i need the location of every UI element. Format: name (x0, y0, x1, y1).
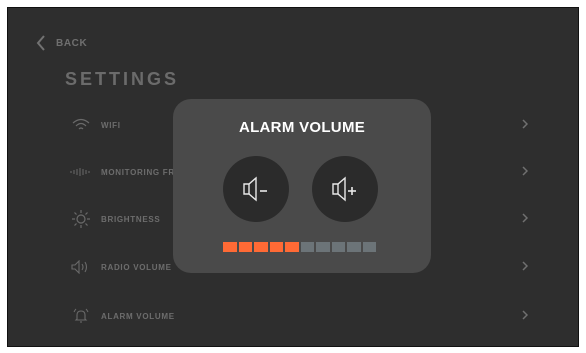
bell-icon (68, 306, 94, 326)
chevron-right-icon (522, 261, 528, 271)
settings-item-alarm-volume[interactable]: ALARM VOLUME (68, 301, 528, 331)
volume-down-icon (243, 176, 267, 202)
settings-item-label: MONITORING FR (101, 167, 175, 177)
chevron-right-icon (522, 166, 528, 176)
volume-level-bar (223, 242, 376, 252)
settings-item-label: BRIGHTNESS (101, 214, 161, 224)
volume-up-icon (332, 176, 356, 202)
chevron-right-icon (522, 213, 528, 223)
volume-segment (238, 242, 252, 252)
wifi-icon (68, 115, 94, 135)
volume-segment (362, 242, 376, 252)
volume-up-button[interactable] (312, 156, 378, 222)
settings-item-label: RADIO VOLUME (101, 262, 172, 272)
volume-down-button[interactable] (223, 156, 289, 222)
alarm-volume-dialog: ALARM VOLUME (173, 99, 431, 273)
signal-icon (68, 162, 94, 182)
volume-segment (316, 242, 330, 252)
volume-segment (300, 242, 314, 252)
settings-item-label: ALARM VOLUME (101, 311, 175, 321)
volume-segment (269, 242, 283, 252)
chevron-left-icon (36, 35, 45, 51)
volume-segment (223, 242, 237, 252)
back-label: BACK (56, 37, 88, 49)
settings-item-label: WIFI (101, 120, 121, 130)
volume-segment (347, 242, 361, 252)
settings-screen: BACK SETTINGS WIFI MONITORING FR BRIGHTN… (7, 7, 579, 347)
volume-segment (331, 242, 345, 252)
back-button[interactable]: BACK (36, 35, 87, 51)
sun-icon (68, 209, 94, 229)
volume-segment (254, 242, 268, 252)
dialog-title: ALARM VOLUME (238, 119, 366, 136)
chevron-right-icon (522, 119, 528, 129)
speaker-icon (68, 257, 94, 277)
chevron-right-icon (522, 310, 528, 320)
volume-segment (285, 242, 299, 252)
page-title: SETTINGS (65, 69, 180, 89)
